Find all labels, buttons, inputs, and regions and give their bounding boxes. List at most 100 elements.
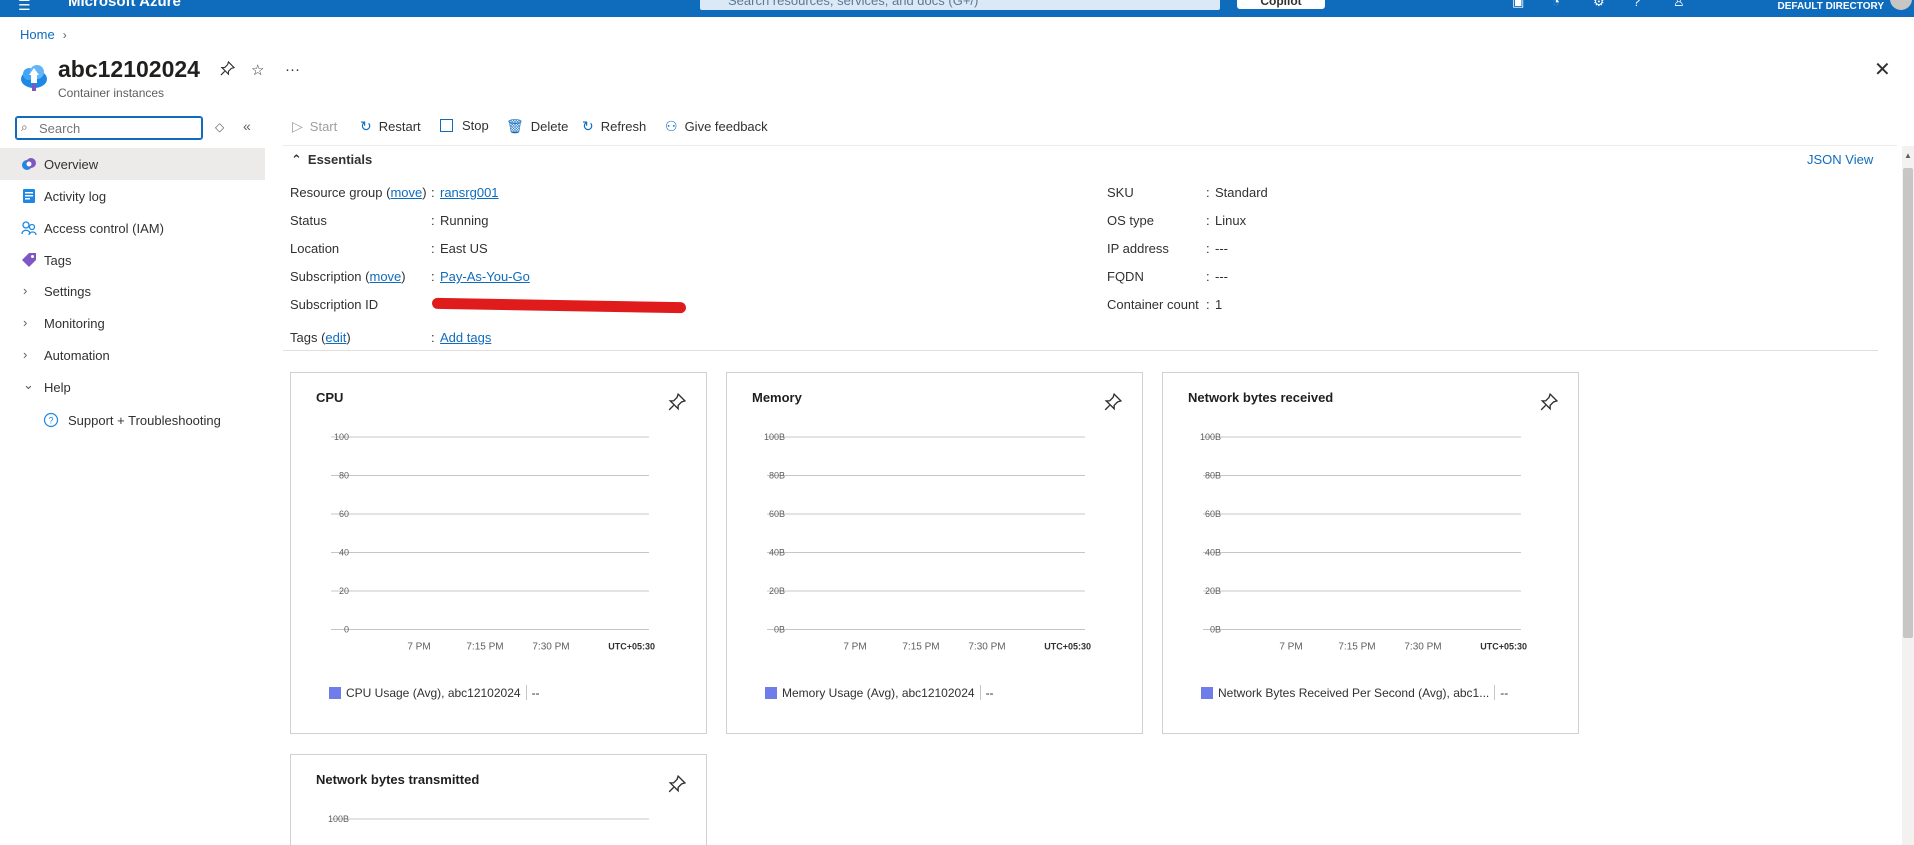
chart-legend[interactable]: Network Bytes Received Per Second (Avg),… bbox=[1201, 685, 1508, 700]
tags-edit-link[interactable]: edit bbox=[325, 330, 346, 345]
essentials-toggle[interactable]: ⌃ Essentials bbox=[291, 152, 372, 168]
sidebar-item-label: Tags bbox=[44, 253, 72, 268]
resource-group-move-link[interactable]: move bbox=[390, 185, 422, 200]
y-tick-label: 80B bbox=[769, 471, 785, 481]
y-tick-label: 100B bbox=[328, 814, 349, 824]
tags-value: Add tags bbox=[440, 330, 491, 345]
timezone-label: UTC+05:30 bbox=[1044, 642, 1091, 652]
y-tick-label: 0B bbox=[1210, 625, 1221, 635]
feedback-person-icon: ⚇ bbox=[665, 118, 678, 134]
more-icon[interactable]: ··· bbox=[285, 61, 300, 78]
chevron-down-icon: ⌄ bbox=[23, 377, 34, 392]
breadcrumb-home[interactable]: Home bbox=[20, 27, 55, 42]
sidebar-item-help[interactable]: ⌄ Help bbox=[0, 371, 265, 403]
sidebar-search-input[interactable] bbox=[39, 120, 195, 136]
start-button[interactable]: ▷ Start bbox=[292, 118, 337, 135]
menu-icon[interactable]: ☰ bbox=[18, 0, 31, 14]
scroll-up-icon[interactable]: ▲ bbox=[1904, 151, 1912, 160]
sidebar-item-label: Support + Troubleshooting bbox=[68, 413, 221, 428]
tags-label: Tags (edit) bbox=[290, 330, 351, 345]
settings-icon[interactable]: ⚙ bbox=[1593, 0, 1605, 10]
y-tick-label: 80 bbox=[339, 471, 349, 481]
sidebar-item-activity-log[interactable]: Activity log bbox=[0, 180, 265, 212]
copilot-button[interactable]: Copilot bbox=[1237, 0, 1325, 9]
subscription-label: Subscription (move) bbox=[290, 269, 406, 284]
resource-group-link[interactable]: ransrg001 bbox=[440, 185, 499, 200]
pin-icon[interactable] bbox=[668, 393, 686, 411]
sku-value: Standard bbox=[1215, 185, 1268, 200]
sidebar-item-support[interactable]: ? Support + Troubleshooting bbox=[0, 404, 265, 436]
refresh-button[interactable]: ↻ Refresh bbox=[582, 118, 646, 135]
legend-value: -- bbox=[531, 686, 540, 700]
sidebar-item-label: Activity log bbox=[44, 189, 107, 204]
brand-title[interactable]: Microsoft Azure bbox=[68, 0, 181, 10]
give-feedback-button[interactable]: ⚇ Give feedback bbox=[665, 118, 768, 135]
subscription-move-link[interactable]: move bbox=[370, 269, 402, 284]
y-tick-label: 100B bbox=[764, 432, 785, 442]
resource-type: Container instances bbox=[58, 86, 165, 100]
json-view-link[interactable]: JSON View bbox=[1807, 152, 1873, 167]
svg-text:?: ? bbox=[48, 416, 53, 426]
legend-value: -- bbox=[1500, 686, 1509, 700]
colon: : bbox=[1206, 213, 1210, 228]
trash-icon: 🗑 bbox=[506, 118, 524, 134]
pin-icon[interactable] bbox=[668, 775, 686, 793]
x-tick-label: 7 PM bbox=[843, 642, 866, 653]
ip-address-label: IP address bbox=[1107, 241, 1169, 256]
close-icon[interactable]: ✕ bbox=[1874, 57, 1891, 82]
people-icon bbox=[21, 220, 37, 236]
notifications-icon[interactable]: ◔ bbox=[1552, 0, 1560, 9]
sort-icon[interactable]: ◇ bbox=[215, 120, 224, 134]
delete-button[interactable]: 🗑 Delete bbox=[506, 118, 568, 135]
stop-button[interactable]: Stop bbox=[440, 118, 489, 133]
metric-tile-cpu[interactable]: CPU 100 80 60 40 20 0 7 PM 7:15 PM 7:30 PM UTC+05… bbox=[290, 372, 707, 734]
collapse-icon[interactable]: « bbox=[243, 118, 251, 134]
sidebar-item-label: Automation bbox=[44, 348, 110, 363]
question-circle-icon: ? bbox=[43, 412, 59, 428]
y-tick-label: 20B bbox=[1205, 586, 1221, 596]
global-search-input[interactable]: Search resources, services, and docs (G+… bbox=[700, 0, 1220, 10]
avatar[interactable] bbox=[1890, 0, 1912, 10]
feedback-icon[interactable]: ♙ bbox=[1673, 0, 1685, 10]
sidebar-search[interactable]: ⌕ bbox=[15, 116, 203, 140]
directory-label[interactable]: DEFAULT DIRECTORY bbox=[1778, 1, 1884, 12]
pin-icon[interactable] bbox=[1104, 393, 1122, 411]
y-tick-label: 100 bbox=[334, 432, 349, 442]
metric-tile-network-transmitted[interactable]: Network bytes transmitted 100B bbox=[290, 754, 707, 845]
sidebar-item-monitoring[interactable]: › Monitoring bbox=[0, 307, 265, 339]
help-icon[interactable]: ? bbox=[1633, 0, 1640, 9]
metric-tile-network-received[interactable]: Network bytes received 100B 80B 60B 40B 20B 0… bbox=[1162, 372, 1579, 734]
sidebar-item-overview[interactable]: Overview bbox=[0, 148, 265, 180]
restart-button[interactable]: ↻ Restart bbox=[360, 118, 421, 135]
add-tags-link[interactable]: Add tags bbox=[440, 330, 491, 345]
y-tick-label: 0B bbox=[774, 625, 785, 635]
cloud-shell-icon[interactable]: ▣ bbox=[1512, 0, 1524, 10]
chevron-right-icon: › bbox=[23, 315, 28, 330]
tile-title: Memory bbox=[752, 390, 802, 405]
chart-legend[interactable]: Memory Usage (Avg), abc12102024 -- bbox=[765, 685, 994, 700]
pin-icon[interactable] bbox=[1540, 393, 1558, 411]
subscription-link[interactable]: Pay-As-You-Go bbox=[440, 269, 530, 284]
sidebar-item-automation[interactable]: › Automation bbox=[0, 339, 265, 371]
sidebar-item-settings[interactable]: › Settings bbox=[0, 275, 265, 307]
timezone-label: UTC+05:30 bbox=[608, 642, 655, 652]
star-icon[interactable]: ☆ bbox=[251, 61, 264, 79]
sidebar-item-tags[interactable]: Tags bbox=[0, 244, 265, 276]
redaction-mark bbox=[431, 297, 687, 314]
metric-tile-memory[interactable]: Memory 100B 80B 60B 40B 20B 0B 7 PM 7:15 PM 7:30… bbox=[726, 372, 1143, 734]
y-tick-label: 80B bbox=[1205, 471, 1221, 481]
ip-address-value: --- bbox=[1215, 241, 1228, 256]
legend-divider bbox=[525, 685, 527, 700]
colon: : bbox=[431, 185, 435, 200]
y-tick-label: 0 bbox=[344, 625, 349, 635]
chart-legend[interactable]: CPU Usage (Avg), abc12102024 -- bbox=[329, 685, 540, 700]
sidebar-item-iam[interactable]: Access control (IAM) bbox=[0, 212, 265, 244]
x-tick-label: 7 PM bbox=[407, 642, 430, 653]
colon: : bbox=[1206, 269, 1210, 284]
subscription-value: Pay-As-You-Go bbox=[440, 269, 530, 284]
scrollbar-thumb[interactable] bbox=[1903, 168, 1913, 638]
pin-icon[interactable] bbox=[220, 60, 236, 80]
legend-swatch bbox=[1201, 687, 1213, 699]
container-instance-icon bbox=[21, 65, 47, 91]
top-bar: ☰ Microsoft Azure Search resources, serv… bbox=[0, 0, 1914, 17]
